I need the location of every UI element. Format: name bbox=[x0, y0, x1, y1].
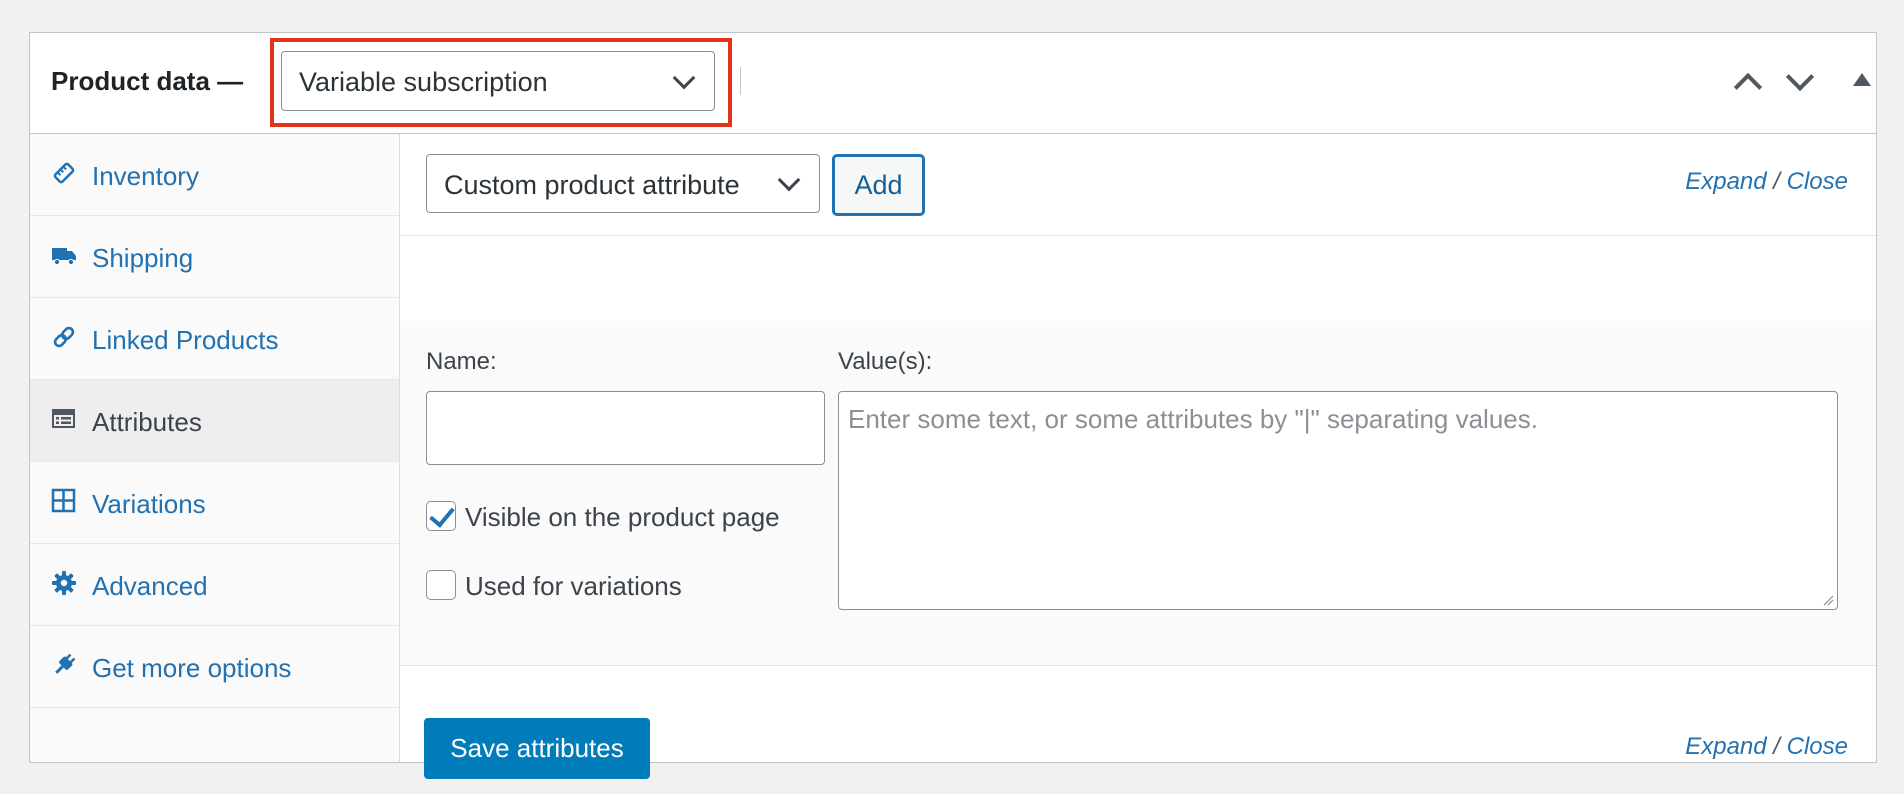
tab-label: Variations bbox=[92, 489, 206, 519]
resize-grip-icon[interactable] bbox=[1822, 594, 1834, 606]
list-icon bbox=[52, 409, 75, 428]
add-attribute-button[interactable]: Add bbox=[832, 154, 925, 216]
plugin-icon bbox=[55, 653, 76, 674]
attribute-values-textarea[interactable] bbox=[838, 391, 1838, 610]
expand-link[interactable]: Expand bbox=[1685, 168, 1766, 195]
tab-inventory[interactable]: Inventory bbox=[30, 134, 399, 216]
chevron-down-icon bbox=[672, 66, 696, 90]
tab-label: Advanced bbox=[92, 571, 208, 601]
attributes-list-empty bbox=[400, 235, 1876, 322]
tab-advanced[interactable]: Advanced bbox=[30, 544, 399, 626]
move-down-button[interactable] bbox=[1779, 61, 1819, 101]
attribute-type-select[interactable]: Custom product attribute bbox=[426, 154, 820, 213]
values-label: Value(s): bbox=[838, 348, 933, 375]
chevron-down-icon bbox=[1785, 62, 1815, 92]
tab-label: Shipping bbox=[92, 243, 194, 273]
save-attributes-button[interactable]: Save attributes bbox=[424, 718, 650, 779]
attributes-toolbar: Custom product attribute Add Expand / Cl… bbox=[400, 134, 1876, 236]
tab-label: Inventory bbox=[92, 161, 199, 191]
product-type-select[interactable]: Variable subscription bbox=[281, 51, 715, 111]
move-up-button[interactable] bbox=[1727, 61, 1767, 102]
link-separator: / bbox=[1773, 168, 1780, 195]
gear-icon bbox=[52, 571, 76, 595]
grid-icon bbox=[51, 488, 76, 513]
tab-attributes[interactable]: Attributes bbox=[30, 380, 399, 462]
tab-label: Linked Products bbox=[92, 325, 279, 355]
product-data-panel: Product data — Variable subscription Inv… bbox=[29, 32, 1877, 779]
expand-close-links: Expand / Close bbox=[1685, 168, 1848, 196]
tab-label: Get more options bbox=[92, 653, 292, 683]
header-divider bbox=[740, 67, 741, 95]
product-data-tabs: Inventory Shipping Linked Products Attri… bbox=[30, 134, 400, 762]
tab-get-more-options[interactable]: Get more options bbox=[30, 626, 399, 708]
expand-link[interactable]: Expand bbox=[1685, 733, 1766, 760]
truck-icon bbox=[52, 248, 76, 266]
panel-title: Product data — bbox=[51, 66, 244, 96]
visible-on-product-page-checkbox[interactable] bbox=[426, 501, 456, 531]
expand-close-links-bottom: Expand / Close bbox=[1685, 733, 1848, 761]
name-label: Name: bbox=[426, 348, 497, 375]
panel-header: Product data — Variable subscription bbox=[30, 33, 1876, 134]
checkmark-icon bbox=[429, 501, 455, 528]
visible-on-product-page-label[interactable]: Visible on the product page bbox=[465, 502, 780, 533]
attribute-type-value: Custom product attribute bbox=[444, 170, 740, 200]
tag-icon bbox=[53, 162, 75, 184]
attributes-panel: Custom product attribute Add Expand / Cl… bbox=[400, 134, 1876, 779]
toggle-panel-button[interactable] bbox=[1841, 61, 1881, 101]
used-for-variations-label[interactable]: Used for variations bbox=[465, 571, 682, 602]
product-type-value: Variable subscription bbox=[299, 67, 548, 97]
attribute-row: Name: Value(s): Visible on the product p… bbox=[400, 321, 1876, 666]
tab-shipping[interactable]: Shipping bbox=[30, 216, 399, 298]
link-separator: / bbox=[1773, 733, 1780, 760]
close-link[interactable]: Close bbox=[1787, 168, 1848, 195]
tab-variations[interactable]: Variations bbox=[30, 462, 399, 544]
tab-linked-products[interactable]: Linked Products bbox=[30, 298, 399, 380]
triangle-up-icon bbox=[1853, 73, 1871, 86]
chevron-down-icon bbox=[777, 168, 801, 192]
close-link[interactable]: Close bbox=[1787, 733, 1848, 760]
used-for-variations-checkbox[interactable] bbox=[426, 570, 456, 600]
attribute-name-input[interactable] bbox=[426, 391, 825, 465]
link-icon bbox=[53, 326, 75, 348]
chevron-up-icon bbox=[1733, 72, 1763, 102]
tab-label: Attributes bbox=[92, 407, 202, 437]
